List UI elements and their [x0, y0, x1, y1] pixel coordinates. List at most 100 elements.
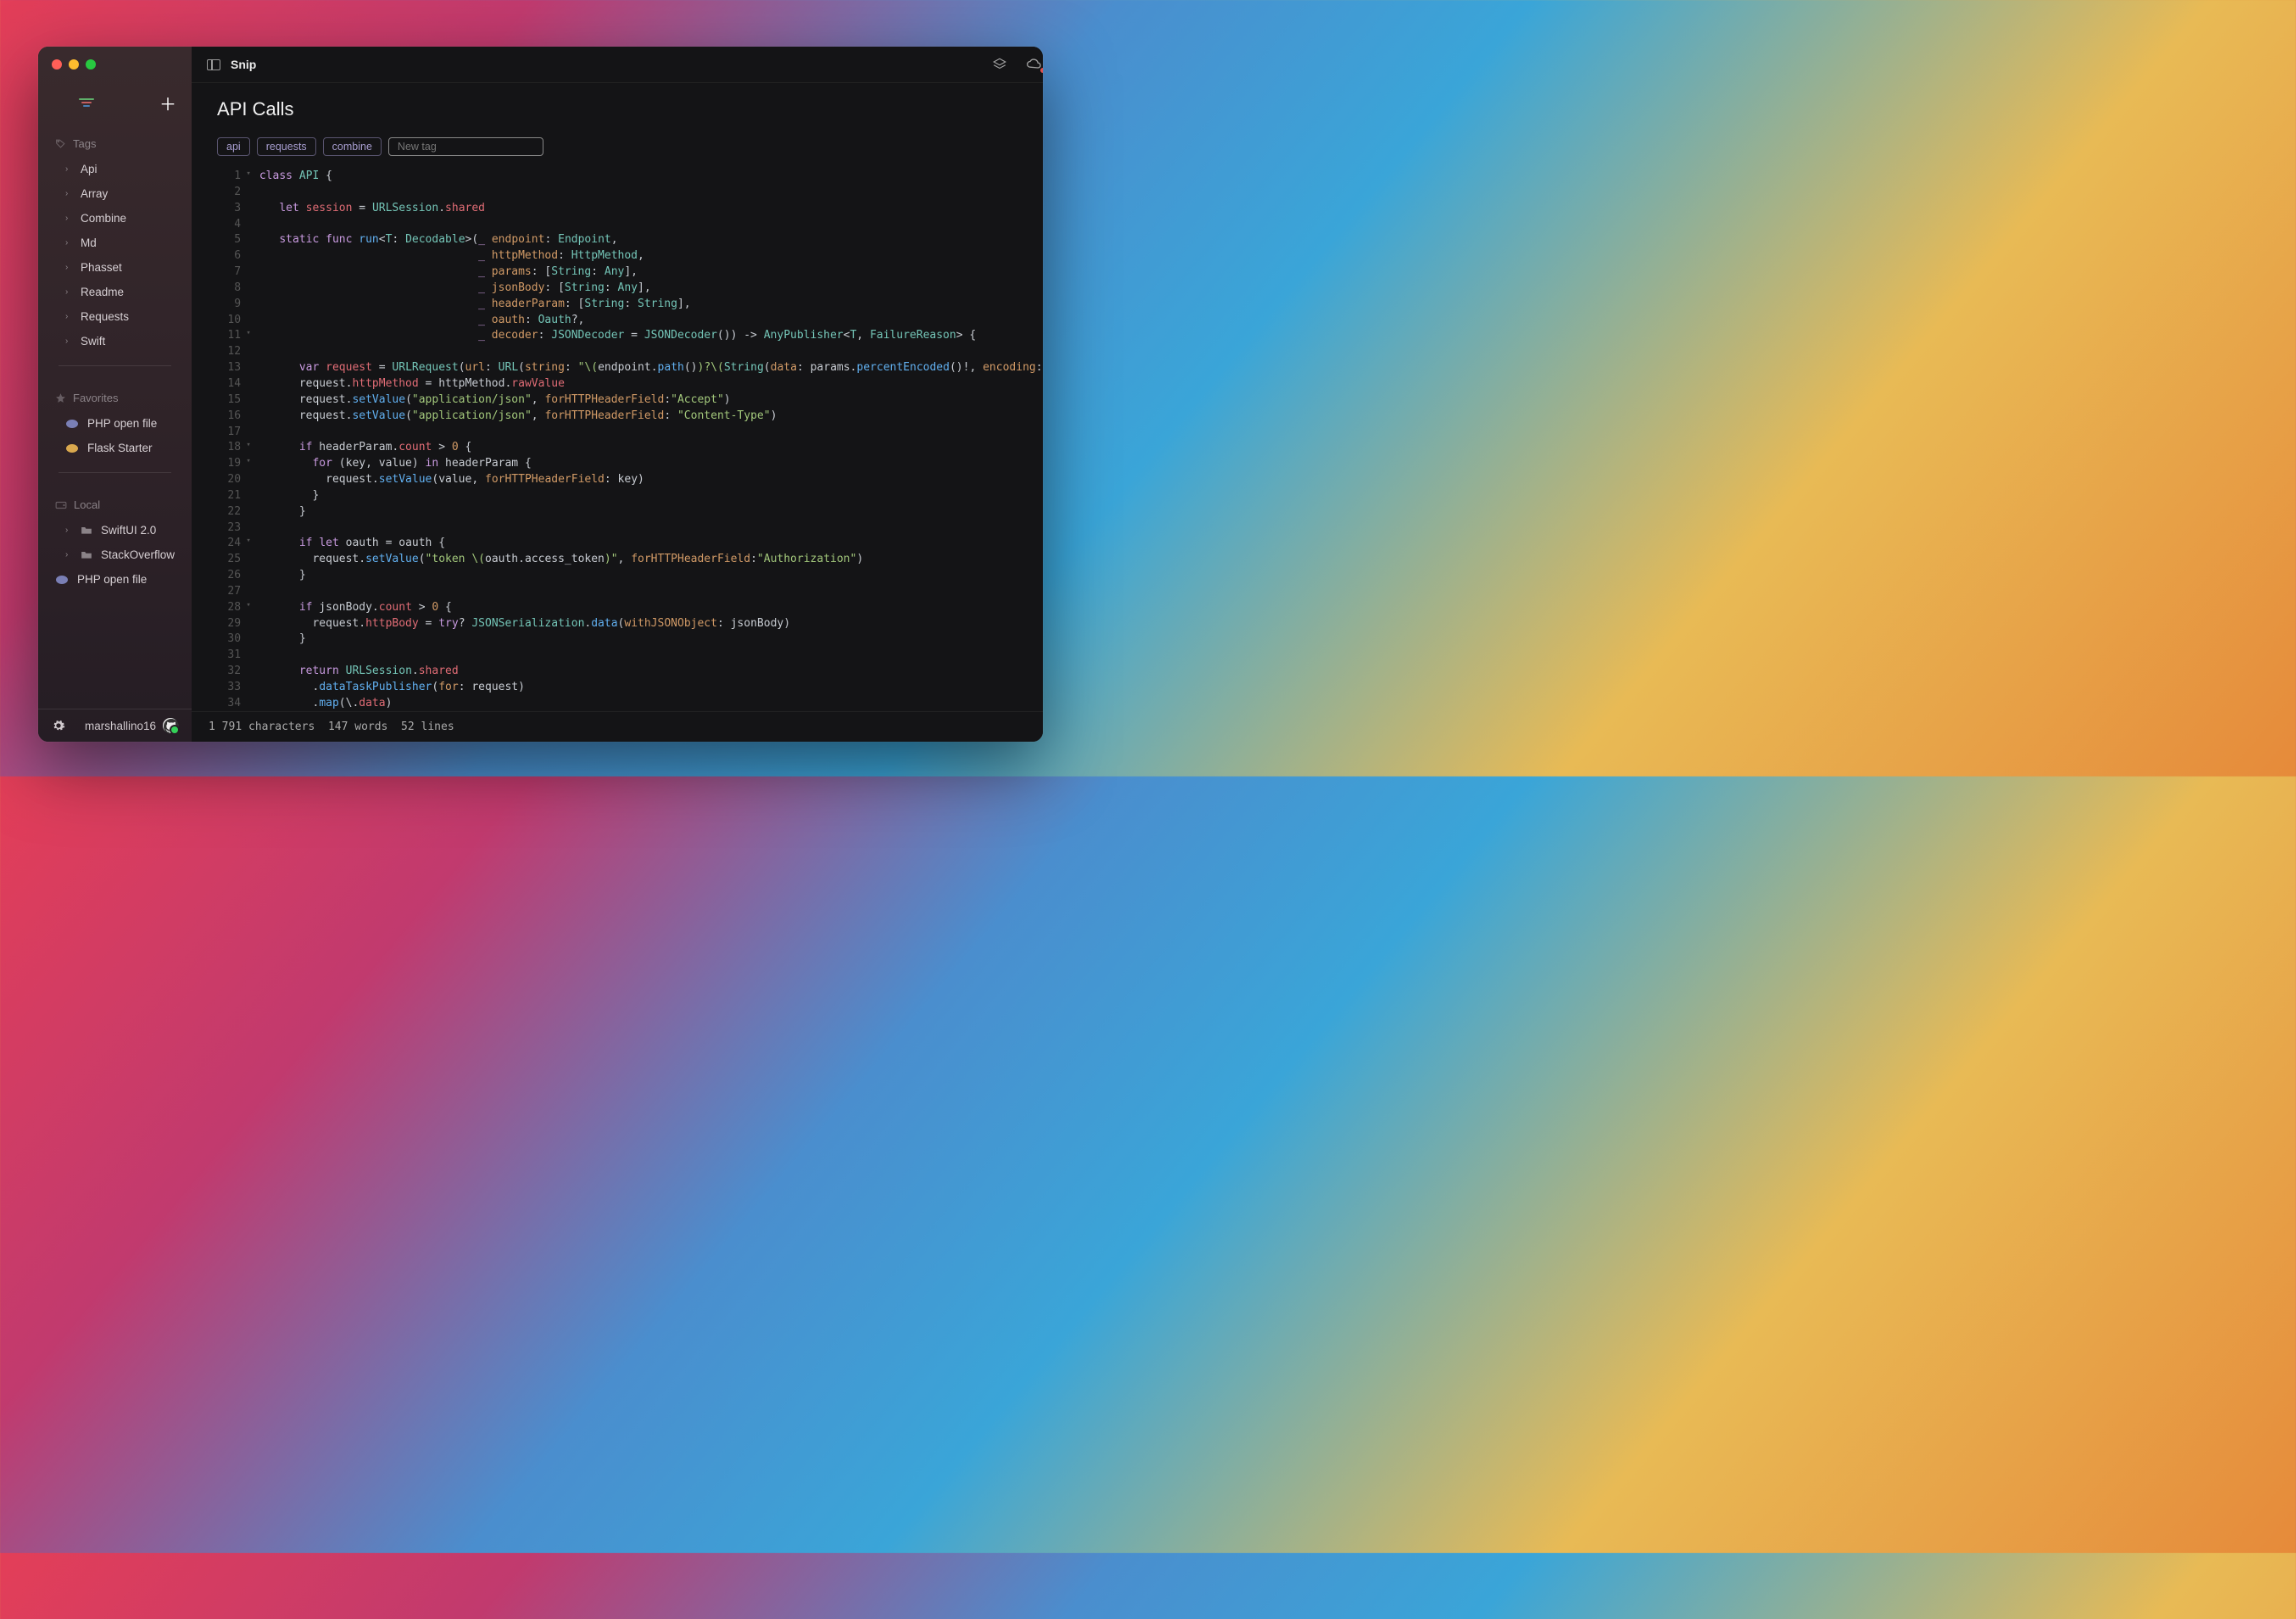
- close-icon[interactable]: [52, 59, 62, 70]
- favorite-label: Flask Starter: [87, 442, 153, 454]
- code-text: _ oauth: Oauth?,: [253, 313, 584, 329]
- chevron-right-icon: ›: [65, 214, 72, 223]
- fold-icon[interactable]: ▾: [244, 456, 253, 472]
- code-line: 15 request.setValue("application/json", …: [217, 392, 1043, 409]
- cloud-sync-icon[interactable]: [1026, 57, 1043, 72]
- code-text: }: [253, 631, 306, 648]
- chevron-right-icon: ›: [65, 312, 72, 321]
- fold-icon[interactable]: ▾: [244, 536, 253, 552]
- document-title[interactable]: API Calls: [217, 98, 1043, 120]
- code-line: 31: [217, 648, 1043, 664]
- fold-icon: [244, 201, 253, 217]
- tags-label: Tags: [73, 137, 96, 150]
- zoom-icon[interactable]: [86, 59, 96, 70]
- new-tag-input[interactable]: [388, 137, 543, 156]
- tag-chip-requests[interactable]: requests: [257, 137, 316, 156]
- code-line: 10 _ oauth: Oauth?,: [217, 313, 1043, 329]
- sidebar-tag-requests[interactable]: ›Requests: [45, 304, 185, 329]
- gear-icon[interactable]: [52, 719, 65, 732]
- folder-icon: [81, 550, 92, 559]
- code-text: if jsonBody.count > 0 {: [253, 600, 452, 616]
- line-number: 4: [217, 217, 244, 233]
- code-text: [253, 648, 259, 664]
- line-number: 19: [217, 456, 244, 472]
- code-line: 7 _ params: [String: Any],: [217, 264, 1043, 281]
- code-text: [253, 425, 259, 441]
- line-number: 8: [217, 281, 244, 297]
- tag-label: Swift: [81, 335, 105, 348]
- fold-icon: [244, 376, 253, 392]
- filter-icon[interactable]: [79, 98, 94, 108]
- code-text: if headerParam.count > 0 {: [253, 440, 471, 456]
- fold-icon: [244, 313, 253, 329]
- sidebar-tag-md[interactable]: ›Md: [45, 231, 185, 255]
- code-line: 4: [217, 217, 1043, 233]
- favorites-section-header: Favorites: [45, 378, 185, 411]
- titlebar: Snip: [192, 47, 1043, 83]
- folder-label: StackOverflow: [101, 548, 175, 561]
- code-text: request.httpMethod = httpMethod.rawValue: [253, 376, 565, 392]
- tag-label: Api: [81, 163, 98, 175]
- code-text: .dataTaskPublisher(for: request): [253, 680, 525, 696]
- sidebar-tag-array[interactable]: ›Array: [45, 181, 185, 206]
- line-number: 31: [217, 648, 244, 664]
- code-text: [253, 217, 259, 233]
- line-number: 28: [217, 600, 244, 616]
- sidebar-tag-api[interactable]: ›Api: [45, 157, 185, 181]
- line-number: 6: [217, 248, 244, 264]
- code-line: 25 request.setValue("token \(oauth.acces…: [217, 552, 1043, 568]
- user-account[interactable]: marshallino16: [85, 718, 178, 733]
- sidebar-tag-combine[interactable]: ›Combine: [45, 206, 185, 231]
- code-line: 8 _ jsonBody: [String: Any],: [217, 281, 1043, 297]
- favorite-item[interactable]: PHP open file: [45, 411, 185, 436]
- fold-icon[interactable]: ▾: [244, 600, 253, 616]
- folder-icon: [81, 526, 92, 535]
- fold-icon: [244, 217, 253, 233]
- code-text: for (key, value) in headerParam {: [253, 456, 532, 472]
- tag-row: apirequestscombine swift: [217, 136, 1043, 157]
- line-number: 14: [217, 376, 244, 392]
- local-folder[interactable]: ›StackOverflow: [45, 542, 185, 567]
- line-number: 5: [217, 232, 244, 248]
- new-snippet-button[interactable]: ＋: [159, 91, 176, 115]
- fold-icon: [244, 680, 253, 696]
- code-line: 29 request.httpBody = try? JSONSerializa…: [217, 616, 1043, 632]
- traffic-lights: [38, 47, 192, 70]
- fold-icon[interactable]: ▾: [244, 328, 253, 344]
- code-text: return URLSession.shared: [253, 664, 459, 680]
- code-line: 19▾ for (key, value) in headerParam {: [217, 456, 1043, 472]
- disk-icon: [55, 501, 67, 509]
- code-text: }: [253, 488, 319, 504]
- layers-icon[interactable]: [992, 57, 1007, 72]
- github-avatar-icon: [163, 718, 178, 733]
- app-window: ＋ Tags ›Api›Array›Combine›Md›Phasset›Rea…: [38, 47, 1043, 742]
- local-folder[interactable]: ›SwiftUI 2.0: [45, 518, 185, 542]
- chevron-right-icon: ›: [65, 238, 72, 248]
- code-text: [253, 185, 259, 201]
- tag-chip-api[interactable]: api: [217, 137, 250, 156]
- code-text: [253, 584, 259, 600]
- code-line: 30 }: [217, 631, 1043, 648]
- code-text: if let oauth = oauth {: [253, 536, 445, 552]
- sidebar-tag-swift[interactable]: ›Swift: [45, 329, 185, 353]
- code-editor[interactable]: 1▾ class API {2 3 let session = URLSessi…: [217, 169, 1043, 711]
- fold-icon: [244, 552, 253, 568]
- chevron-right-icon: ›: [65, 287, 72, 297]
- tag-label: Array: [81, 187, 108, 200]
- toggle-sidebar-icon[interactable]: [207, 59, 220, 70]
- local-file[interactable]: PHP open file: [45, 567, 185, 592]
- sidebar-tag-phasset[interactable]: ›Phasset: [45, 255, 185, 280]
- minimize-icon[interactable]: [69, 59, 79, 70]
- php-icon: [55, 575, 69, 585]
- line-number: 7: [217, 264, 244, 281]
- tag-chip-combine[interactable]: combine: [323, 137, 382, 156]
- fold-icon[interactable]: ▾: [244, 440, 253, 456]
- code-line: 2: [217, 185, 1043, 201]
- fold-icon[interactable]: ▾: [244, 169, 253, 185]
- favorite-item[interactable]: Flask Starter: [45, 436, 185, 460]
- fold-icon: [244, 185, 253, 201]
- fold-icon: [244, 584, 253, 600]
- sidebar-tag-readme[interactable]: ›Readme: [45, 280, 185, 304]
- line-number: 25: [217, 552, 244, 568]
- code-line: 28▾ if jsonBody.count > 0 {: [217, 600, 1043, 616]
